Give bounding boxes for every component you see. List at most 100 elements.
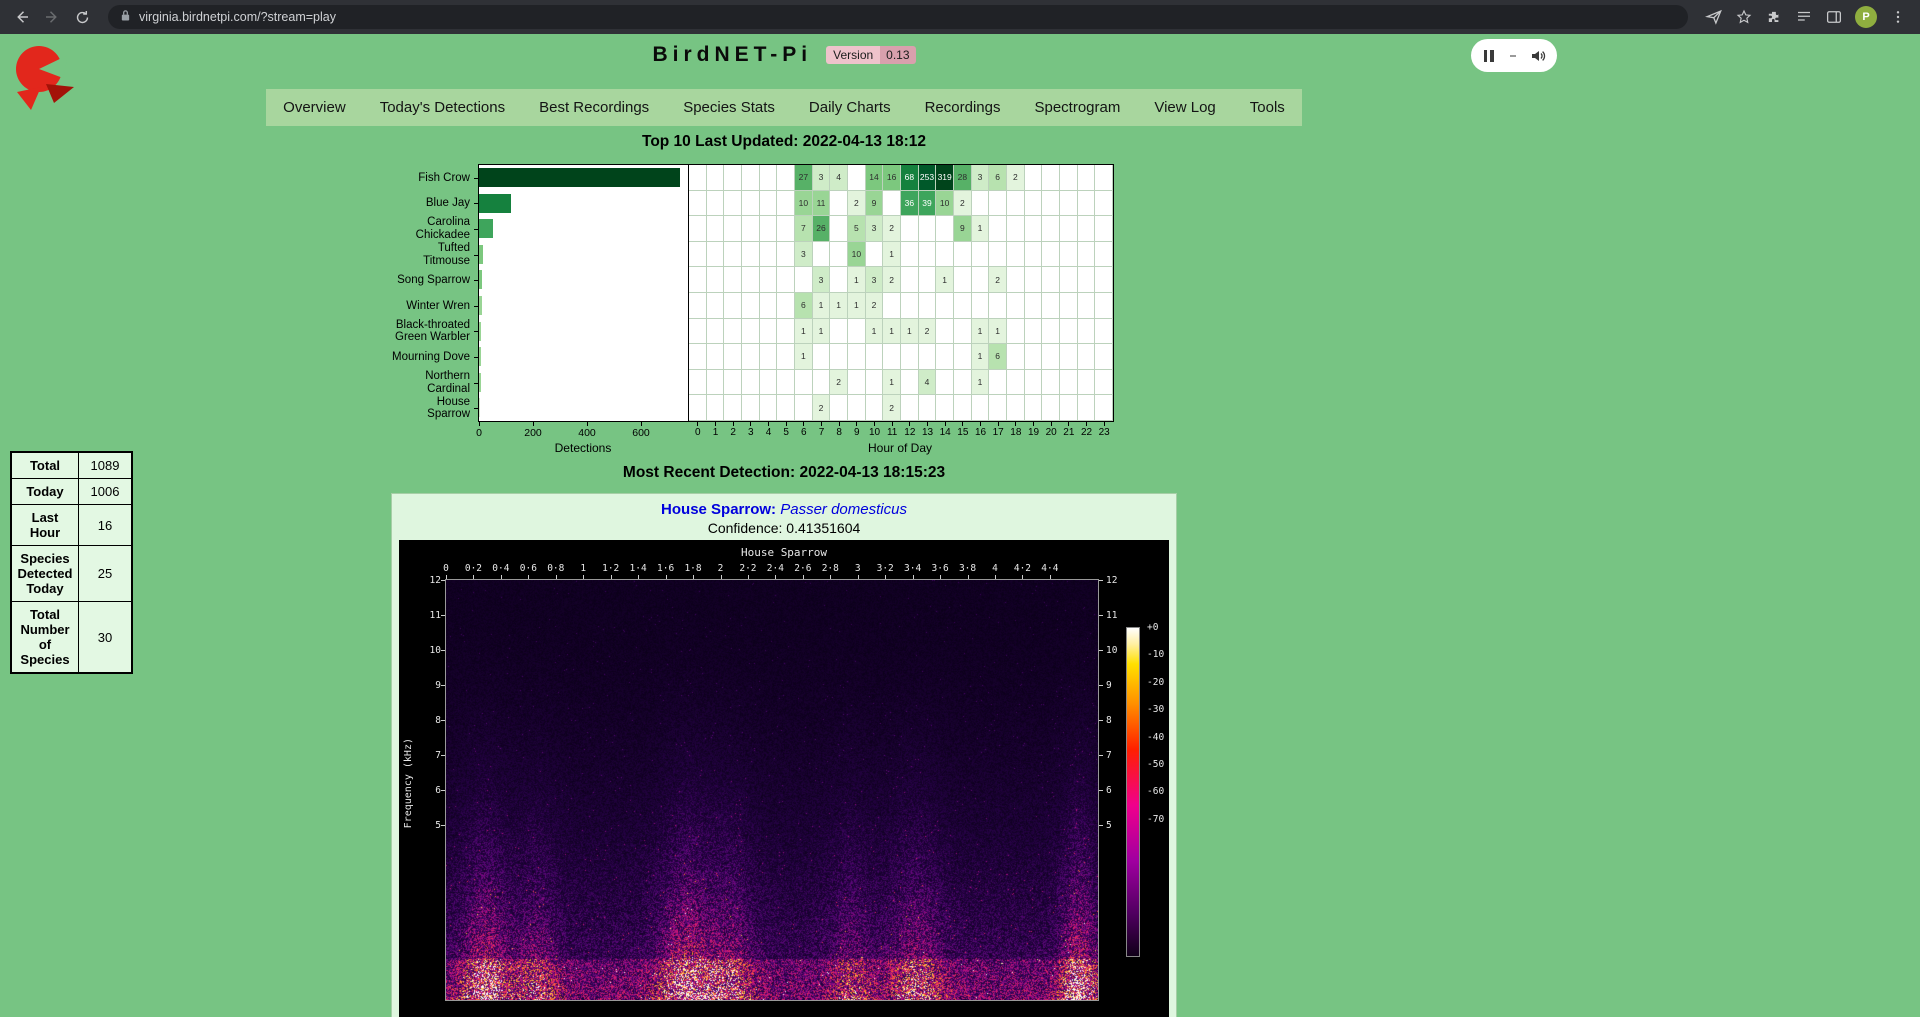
detection-bar bbox=[479, 322, 481, 341]
profile-avatar[interactable]: P bbox=[1855, 6, 1877, 28]
stat-value[interactable]: 25 bbox=[79, 546, 133, 602]
heatmap-cell: 1 bbox=[989, 319, 1007, 345]
heatmap-cell bbox=[1060, 319, 1078, 345]
spectrogram-time-tick bbox=[501, 575, 502, 579]
heatmap-cell: 6 bbox=[989, 344, 1007, 370]
species-label: Mourning Dove bbox=[391, 344, 470, 370]
bar-xtick-label: 200 bbox=[524, 427, 542, 439]
heatmap-cell bbox=[848, 395, 866, 421]
heatmap-cell bbox=[760, 293, 778, 319]
heatmap-cell bbox=[795, 395, 813, 421]
hour-xtick-label: 22 bbox=[1081, 427, 1092, 438]
volume-icon[interactable] bbox=[1530, 48, 1546, 64]
heatmap-cell bbox=[760, 267, 778, 293]
stat-value[interactable]: 30 bbox=[79, 602, 133, 674]
heatmap-cell bbox=[813, 242, 831, 268]
heatmap-cell bbox=[1042, 344, 1060, 370]
menu-icon[interactable] bbox=[1884, 3, 1912, 31]
heatmap-cell bbox=[883, 191, 901, 217]
heatmap-cell bbox=[707, 319, 725, 345]
nav-tools[interactable]: Tools bbox=[1233, 89, 1302, 126]
forward-icon[interactable] bbox=[38, 3, 66, 31]
nav-daily-charts[interactable]: Daily Charts bbox=[792, 89, 908, 126]
spectrogram-time-label: 0·6 bbox=[520, 563, 537, 574]
heatmap-cell: 10 bbox=[848, 242, 866, 268]
detection-bar bbox=[479, 194, 511, 213]
heatmap-cell bbox=[689, 216, 707, 242]
heatmap-cell bbox=[1025, 267, 1043, 293]
heatmap-cell bbox=[1078, 395, 1096, 421]
heatmap-cell: 1 bbox=[972, 344, 990, 370]
heatmap-cell: 68 bbox=[901, 165, 919, 191]
spectrogram-time-tick bbox=[775, 575, 776, 579]
bookmark-star-icon[interactable] bbox=[1730, 3, 1758, 31]
reading-list-icon[interactable] bbox=[1790, 3, 1818, 31]
confidence-text: Confidence: 0.41351604 bbox=[392, 520, 1176, 536]
heatmap-cell bbox=[972, 293, 990, 319]
nav-spectrogram[interactable]: Spectrogram bbox=[1017, 89, 1137, 126]
heatmap-cell: 26 bbox=[813, 216, 831, 242]
reload-icon[interactable] bbox=[68, 3, 96, 31]
spectrogram-freq-tick-left bbox=[441, 790, 445, 791]
species-tick bbox=[474, 408, 478, 409]
heatmap-cell bbox=[866, 370, 884, 396]
spectrogram-freq-tick-right bbox=[1099, 650, 1103, 651]
nav-view-log[interactable]: View Log bbox=[1137, 89, 1232, 126]
nav-species-stats[interactable]: Species Stats bbox=[666, 89, 792, 126]
heatmap-cell bbox=[866, 395, 884, 421]
heatmap-cell bbox=[1007, 216, 1025, 242]
spectrogram-time-label: 2·6 bbox=[794, 563, 811, 574]
spectrogram-time-label: 0·4 bbox=[492, 563, 509, 574]
heatmap-cell bbox=[936, 242, 954, 268]
nav-recordings[interactable]: Recordings bbox=[908, 89, 1018, 126]
extensions-icon[interactable] bbox=[1760, 3, 1788, 31]
version-value: 0.13 bbox=[880, 46, 915, 64]
hour-xtick bbox=[980, 422, 981, 426]
heatmap-cell bbox=[1095, 165, 1113, 191]
species-latin-link[interactable]: Passer domesticus bbox=[780, 501, 907, 518]
species-label: Black-throated Green Warbler bbox=[391, 319, 470, 345]
heatmap-cell bbox=[972, 242, 990, 268]
heatmap-cell bbox=[866, 242, 884, 268]
pause-button[interactable] bbox=[1482, 50, 1495, 62]
spectrogram-freq-tick-right bbox=[1099, 615, 1103, 616]
hour-xtick bbox=[786, 422, 787, 426]
heatmap-cell bbox=[724, 242, 742, 268]
nav-best-recordings[interactable]: Best Recordings bbox=[522, 89, 666, 126]
heatmap-cell bbox=[724, 395, 742, 421]
heatmap-cell bbox=[742, 242, 760, 268]
heatmap-cell: 11 bbox=[813, 191, 831, 217]
hour-xtick bbox=[1015, 422, 1016, 426]
heatmap-cell bbox=[989, 370, 1007, 396]
heatmap-cell bbox=[1042, 293, 1060, 319]
heatmap-cell bbox=[777, 395, 795, 421]
heatmap-cell bbox=[936, 344, 954, 370]
heatmap-cell bbox=[1007, 293, 1025, 319]
spectrogram-freq-label-right: 10 bbox=[1106, 645, 1132, 656]
heatmap-cell bbox=[989, 293, 1007, 319]
nav-overview[interactable]: Overview bbox=[266, 89, 363, 126]
spectrogram-freq-tick-left bbox=[441, 615, 445, 616]
side-panel-icon[interactable] bbox=[1820, 3, 1848, 31]
spectrogram-time-tick bbox=[748, 575, 749, 579]
heatmap-cell: 1 bbox=[830, 293, 848, 319]
heatmap-cell bbox=[760, 242, 778, 268]
hour-xtick-label: 15 bbox=[957, 427, 968, 438]
nav-today-s-detections[interactable]: Today's Detections bbox=[363, 89, 522, 126]
heatmap-cell bbox=[689, 267, 707, 293]
send-icon[interactable] bbox=[1700, 3, 1728, 31]
heatmap-cell bbox=[777, 191, 795, 217]
colorbar-label: +0 bbox=[1147, 622, 1158, 633]
heatmap-cell: 3 bbox=[813, 267, 831, 293]
address-bar[interactable]: virginia.birdnetpi.com/?stream=play bbox=[108, 5, 1688, 29]
back-icon[interactable] bbox=[8, 3, 36, 31]
heatmap-cell: 6 bbox=[795, 293, 813, 319]
main-nav: OverviewToday's DetectionsBest Recording… bbox=[266, 89, 1302, 126]
species-common-link[interactable]: House Sparrow: bbox=[661, 501, 776, 518]
stat-value[interactable]: 1006 bbox=[79, 479, 133, 505]
heatmap-cell bbox=[954, 395, 972, 421]
heatmap-cell bbox=[1095, 344, 1113, 370]
heatmap-cell bbox=[1060, 370, 1078, 396]
heatmap-cell bbox=[954, 293, 972, 319]
heatmap-cell bbox=[777, 344, 795, 370]
